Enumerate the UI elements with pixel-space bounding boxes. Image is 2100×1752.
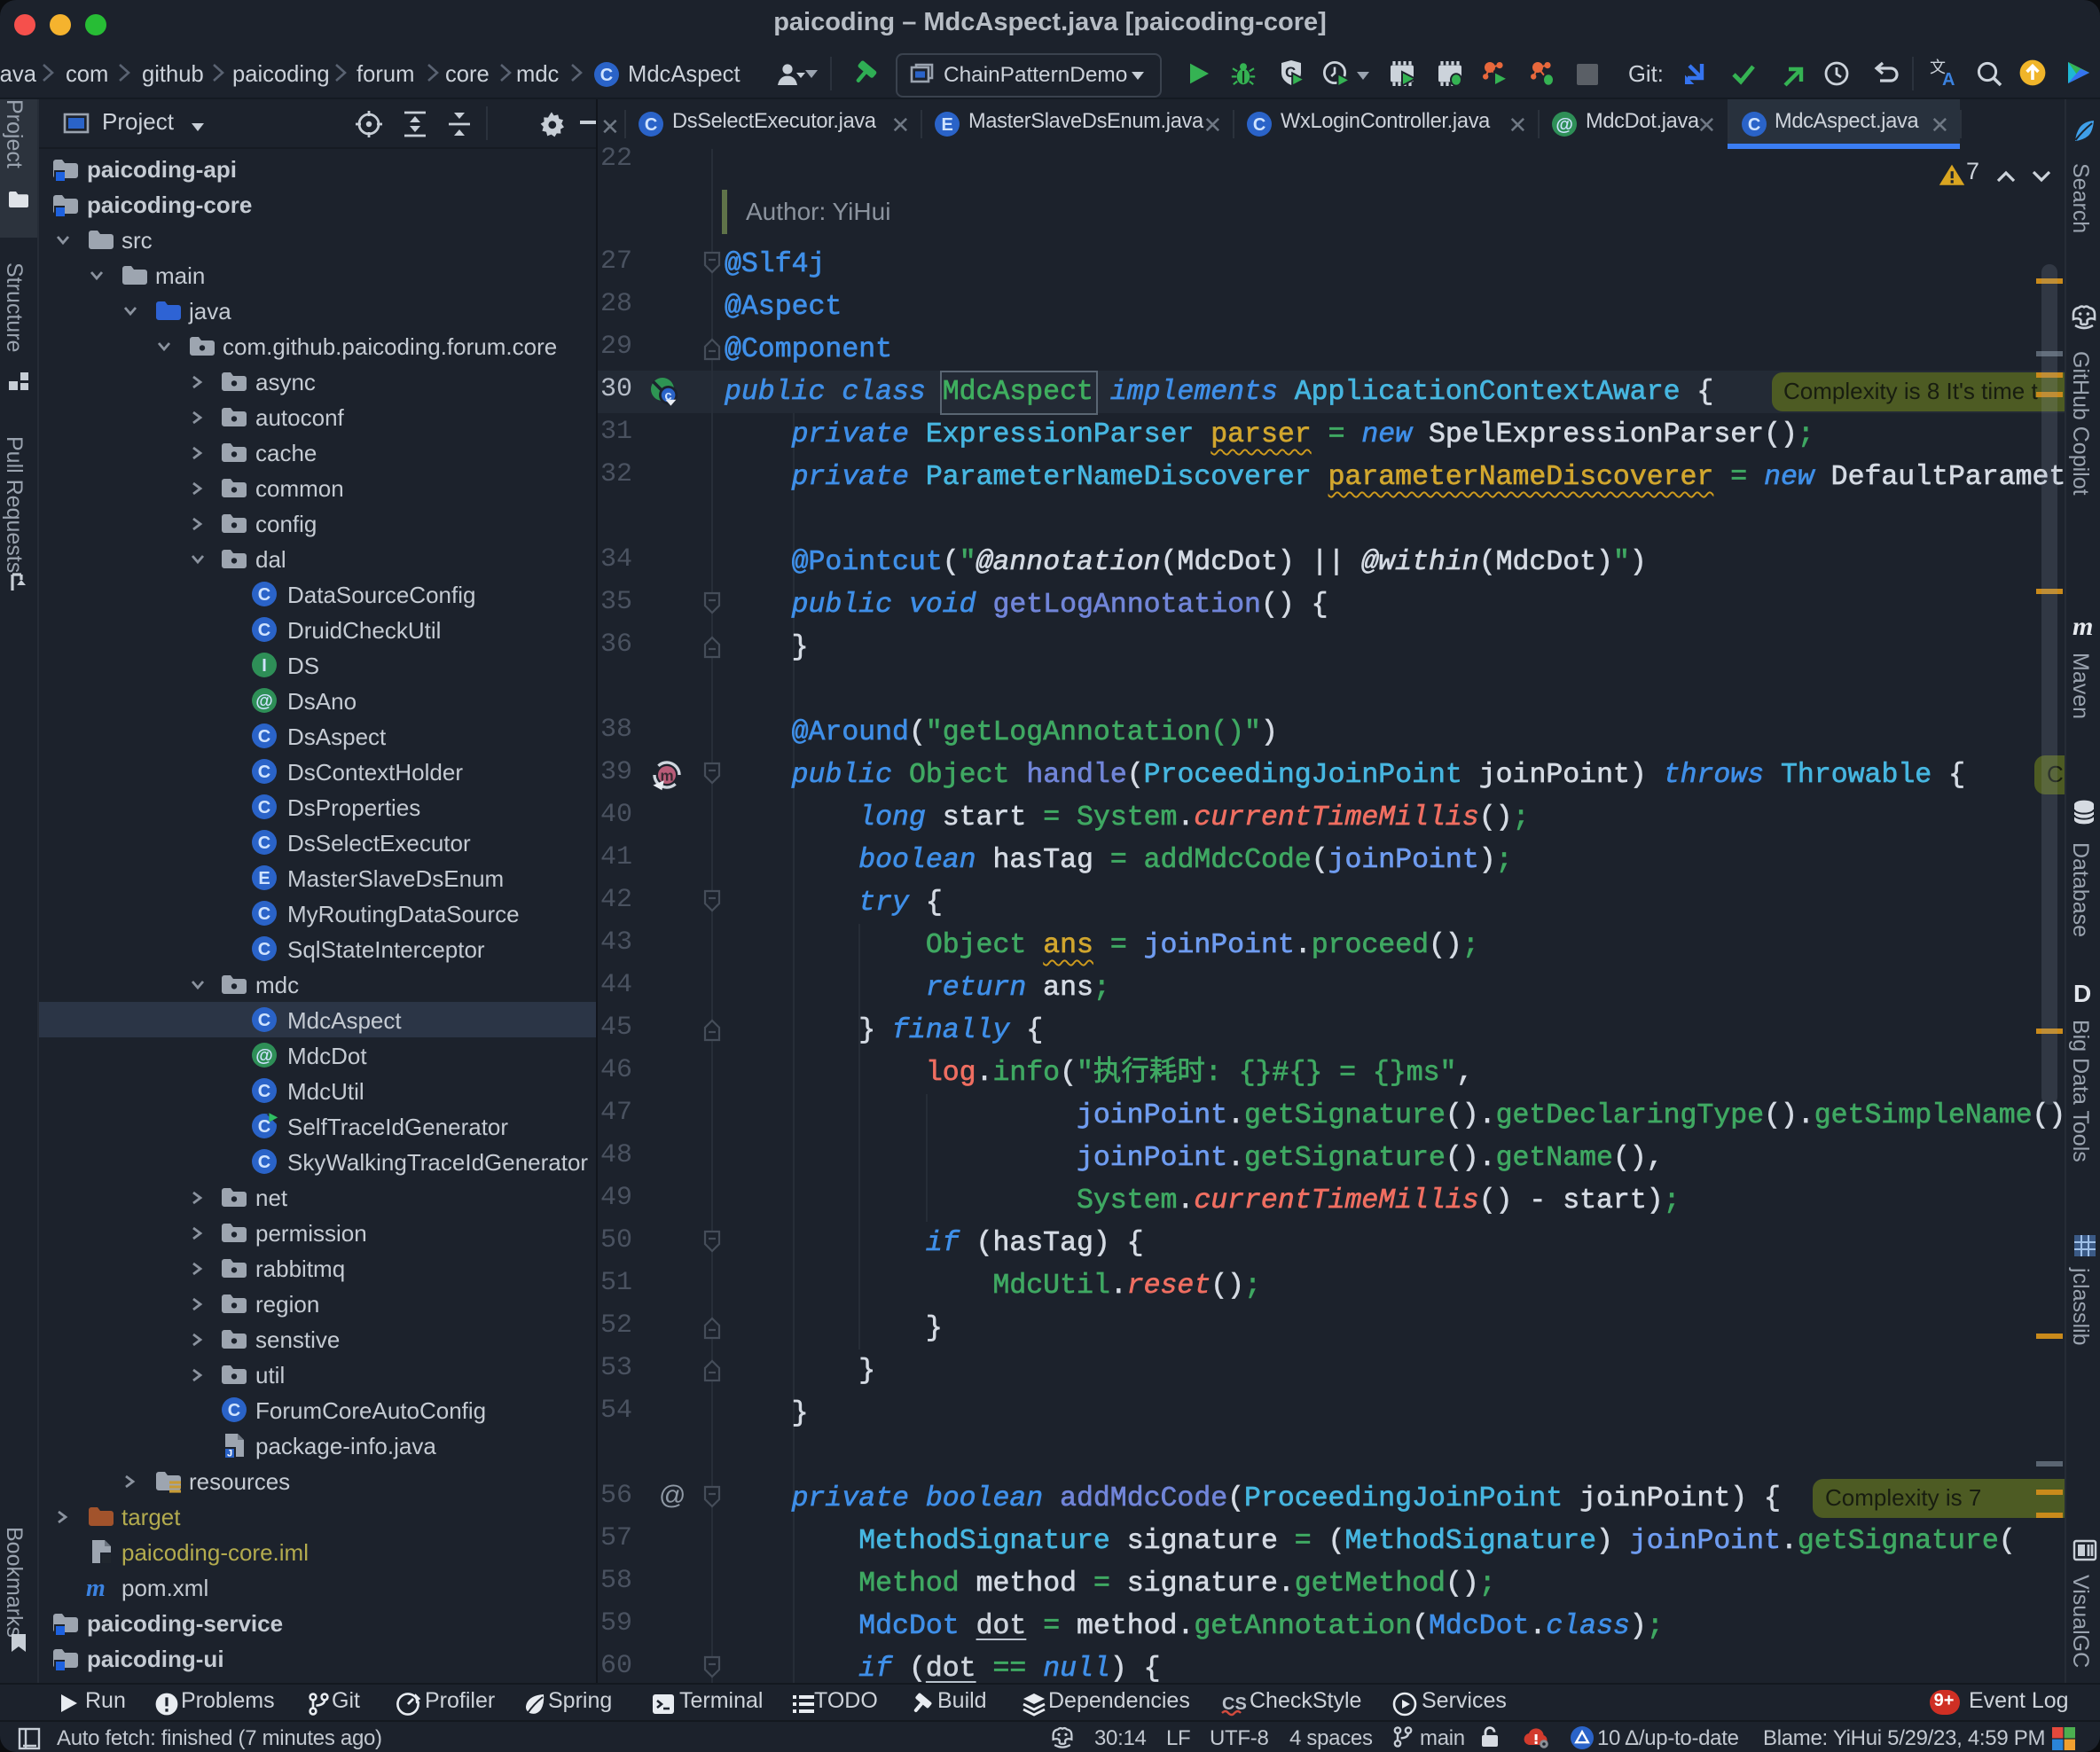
svg-text:@: @: [1555, 114, 1572, 134]
svg-text:C: C: [258, 904, 270, 924]
svg-text:C: C: [258, 833, 270, 853]
svg-text:J: J: [227, 1448, 232, 1459]
svg-text:E: E: [258, 869, 270, 888]
svg-text:C: C: [258, 1153, 270, 1172]
svg-text:@: @: [255, 692, 273, 711]
svg-text:C: C: [258, 1117, 270, 1137]
svg-text:C: C: [258, 798, 270, 817]
svg-text:C: C: [600, 66, 613, 85]
svg-text:E: E: [941, 114, 952, 134]
svg-text:@: @: [255, 1046, 273, 1066]
svg-text:C: C: [258, 621, 270, 640]
svg-text:C: C: [228, 1401, 240, 1420]
svg-text:C: C: [645, 114, 657, 134]
svg-text:C: C: [258, 1011, 270, 1030]
svg-text:C: C: [258, 763, 270, 782]
svg-text:C: C: [258, 585, 270, 605]
svg-text:C: C: [258, 940, 270, 959]
svg-text:A: A: [1942, 70, 1955, 87]
svg-text:I: I: [262, 656, 267, 676]
svg-text:C: C: [1747, 114, 1759, 134]
svg-text:C: C: [258, 727, 270, 747]
svg-text:C: C: [1253, 114, 1265, 134]
svg-text:C: C: [258, 1082, 270, 1101]
